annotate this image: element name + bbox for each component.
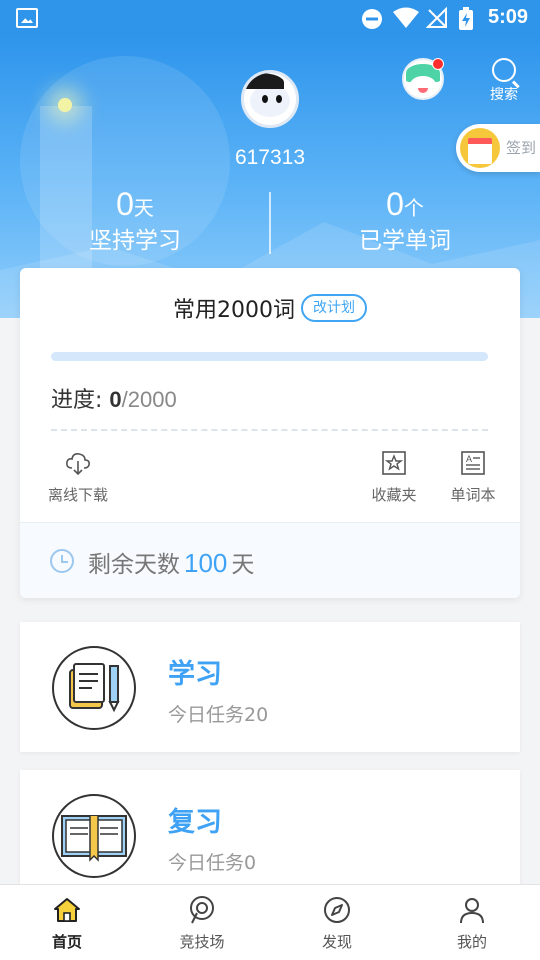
no-signal-icon (426, 7, 447, 28)
plan-card: 常用2000词 改计划 进度: 0/2000 离线下载 收藏夹 A 单词本 剩余… (20, 268, 520, 598)
change-plan-button[interactable]: 改计划 (301, 294, 367, 322)
remaining-days-text: 剩余天数 100 天 (88, 545, 254, 579)
stat-label: 坚持学习 (89, 228, 181, 254)
tool-label: 离线下载 (47, 486, 108, 504)
offline-download-button[interactable]: 离线下载 (46, 450, 110, 505)
wordbook-button[interactable]: A 单词本 (449, 450, 497, 505)
nav-label: 发现 (321, 933, 352, 951)
do-not-disturb-icon (362, 9, 382, 29)
home-icon (54, 898, 80, 922)
study-task-card[interactable]: 学习 今日任务20 (20, 622, 520, 752)
stat-unit: 个 (403, 196, 424, 220)
checkin-label: 签到 (506, 139, 537, 157)
tool-label: 单词本 (450, 486, 496, 504)
task-title: 复习 (168, 807, 222, 838)
remaining-days-bar: 剩余天数 100 天 (20, 522, 520, 598)
progress-value: 0 (109, 387, 122, 412)
remaining-days-value: 100 (184, 548, 228, 578)
gallery-icon (16, 8, 38, 28)
task-subtitle: 今日任务0 (168, 852, 257, 874)
status-bar: 5:09 (0, 0, 540, 36)
notebook-pen-graphic (69, 663, 120, 713)
arena-icon (190, 896, 214, 924)
stat-value: 0 (116, 186, 134, 222)
avatar-eye (276, 95, 282, 103)
nav-item-arena[interactable]: 竞技场 (162, 895, 242, 952)
nav-item-home[interactable]: 首页 (27, 895, 107, 952)
nav-label: 竞技场 (179, 933, 225, 951)
nav-label: 我的 (456, 933, 487, 951)
clock-icon (50, 549, 74, 573)
search-icon (492, 58, 516, 82)
remaining-prefix: 剩余天数 (88, 552, 180, 578)
plan-title: 常用2000词 改计划 (20, 292, 520, 324)
battery-charging-icon (459, 7, 473, 30)
cloud-download-icon (66, 453, 90, 476)
wifi-icon (393, 7, 419, 28)
wordbook-icon: A (461, 451, 485, 475)
star-bookmark-icon (382, 451, 406, 475)
progress-label: 进度: (51, 388, 103, 413)
progress-text: 进度: 0/2000 (51, 382, 177, 414)
stat-label: 已学单词 (359, 228, 451, 254)
tool-label: 收藏夹 (371, 486, 417, 504)
progress-bar (51, 352, 488, 361)
open-book-graphic (61, 815, 127, 862)
avatar-hat (244, 73, 284, 89)
notebook-pen-icon (52, 646, 136, 730)
remaining-suffix: 天 (231, 552, 255, 578)
nav-item-discover[interactable]: 发现 (297, 895, 377, 952)
calendar-icon (460, 128, 500, 168)
lighthouse-lamp (58, 98, 72, 112)
progress-total: /2000 (121, 387, 177, 412)
task-title: 学习 (168, 659, 222, 690)
nav-item-mine[interactable]: 我的 (432, 895, 512, 952)
open-book-icon (52, 794, 136, 878)
avatar-face (250, 85, 290, 117)
bottom-nav: 首页 竞技场 发现 我的 (0, 884, 540, 960)
nav-label: 首页 (51, 933, 82, 951)
clock: 5:09 (487, 6, 528, 28)
compass-icon (324, 897, 350, 923)
person-icon (460, 898, 484, 924)
svg-text:A: A (466, 454, 472, 464)
avatar-eye (262, 95, 268, 103)
stat-value: 0 (386, 186, 404, 222)
checkin-button[interactable]: 签到 (456, 124, 540, 172)
search-button[interactable]: 搜索 (484, 58, 524, 104)
plan-name: 常用2000词 (173, 298, 295, 323)
stat-study-days: 0天 坚持学习 (0, 186, 270, 255)
stat-words-learned: 0个 已学单词 (270, 186, 540, 255)
task-subtitle: 今日任务20 (168, 704, 269, 726)
stat-unit: 天 (133, 196, 154, 220)
dashed-divider (51, 429, 488, 431)
review-task-card[interactable]: 复习 今日任务0 (20, 770, 520, 900)
notification-dot (432, 58, 444, 70)
avatar[interactable] (241, 70, 299, 128)
favorites-button[interactable]: 收藏夹 (370, 450, 418, 505)
